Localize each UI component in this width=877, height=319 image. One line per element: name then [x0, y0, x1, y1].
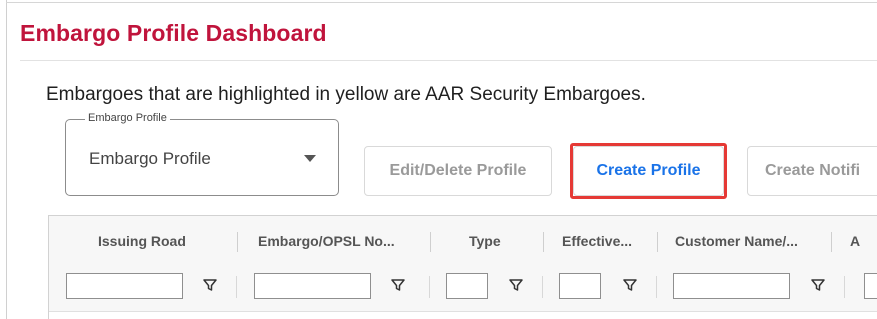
- filter-icon[interactable]: [622, 277, 638, 293]
- edit-delete-profile-button[interactable]: Edit/Delete Profile: [364, 146, 552, 196]
- chevron-down-icon: [304, 155, 316, 162]
- column-header-effective[interactable]: Effective...: [562, 233, 632, 249]
- column-header-embargo-opsl-no[interactable]: Embargo/OPSL No...: [258, 233, 395, 249]
- embargo-profile-select[interactable]: Embargo Profile Embargo Profile: [65, 112, 339, 196]
- column-header-customer-name[interactable]: Customer Name/...: [675, 233, 798, 249]
- column-separator[interactable]: [831, 232, 832, 252]
- effective-filter-input[interactable]: [559, 273, 601, 299]
- panel-left-border: [6, 0, 7, 319]
- panel-top-border: [6, 2, 877, 3]
- create-notification-button[interactable]: Create Notifi: [747, 146, 877, 196]
- column-header-issuing-road[interactable]: Issuing Road: [98, 233, 186, 249]
- embargo-grid: Issuing Road Embargo/OPSL No... Type Eff…: [48, 215, 877, 319]
- type-filter-input[interactable]: [446, 273, 488, 299]
- customer-name-filter-input[interactable]: [673, 273, 790, 299]
- grid-header-divider: [49, 311, 877, 312]
- column-separator[interactable]: [657, 232, 658, 252]
- column-separator[interactable]: [430, 232, 431, 252]
- column-separator[interactable]: [237, 232, 238, 252]
- filter-separator: [844, 276, 845, 298]
- filter-separator: [429, 276, 430, 298]
- column-header-type[interactable]: Type: [469, 233, 501, 249]
- column-separator[interactable]: [543, 232, 544, 252]
- filter-separator: [542, 276, 543, 298]
- filter-separator: [236, 276, 237, 298]
- security-embargo-note: Embargoes that are highlighted in yellow…: [46, 84, 646, 105]
- filter-separator: [656, 276, 657, 298]
- page-title: Embargo Profile Dashboard: [20, 20, 327, 46]
- embargo-opsl-filter-input[interactable]: [254, 273, 371, 299]
- issuing-road-filter-input[interactable]: [66, 273, 183, 299]
- a-filter-input[interactable]: [864, 273, 877, 299]
- filter-icon[interactable]: [390, 277, 406, 293]
- column-header-a[interactable]: A: [850, 233, 860, 249]
- create-profile-highlight: [570, 143, 727, 199]
- embargo-profile-select-value: Embargo Profile: [89, 149, 211, 168]
- title-divider: [20, 60, 877, 61]
- filter-icon[interactable]: [810, 277, 826, 293]
- embargo-profile-select-label: Embargo Profile: [85, 112, 170, 124]
- filter-icon[interactable]: [202, 277, 218, 293]
- filter-icon[interactable]: [508, 277, 524, 293]
- embargo-profile-dashboard: Embargo Profile Dashboard Embargoes that…: [0, 0, 877, 319]
